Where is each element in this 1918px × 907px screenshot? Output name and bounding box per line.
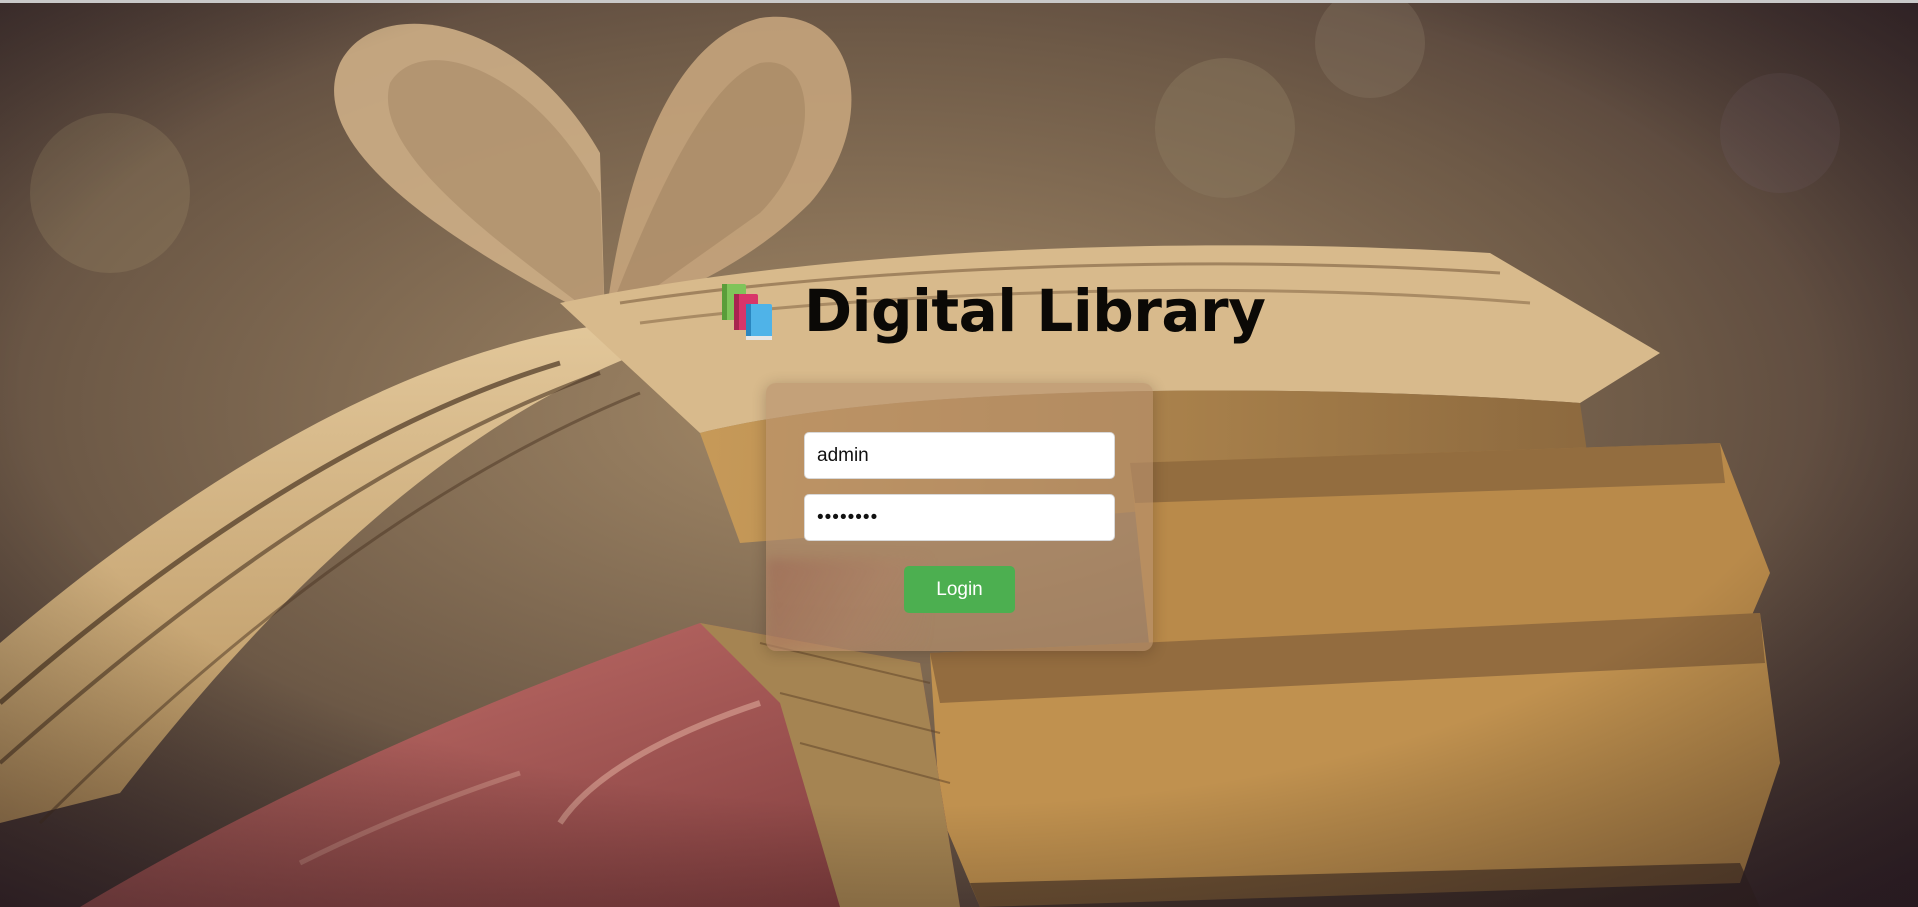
login-card: Login bbox=[766, 383, 1153, 651]
login-button[interactable]: Login bbox=[904, 566, 1015, 613]
app-title: Digital Library bbox=[804, 277, 1266, 345]
books-icon bbox=[722, 284, 772, 340]
password-input[interactable] bbox=[804, 494, 1115, 541]
card-decoration bbox=[766, 558, 926, 651]
brand-header: Digital Library bbox=[716, 277, 1266, 345]
window-top-border bbox=[0, 0, 1918, 3]
username-input[interactable] bbox=[804, 432, 1115, 479]
login-page: Digital Library Login bbox=[0, 0, 1918, 907]
